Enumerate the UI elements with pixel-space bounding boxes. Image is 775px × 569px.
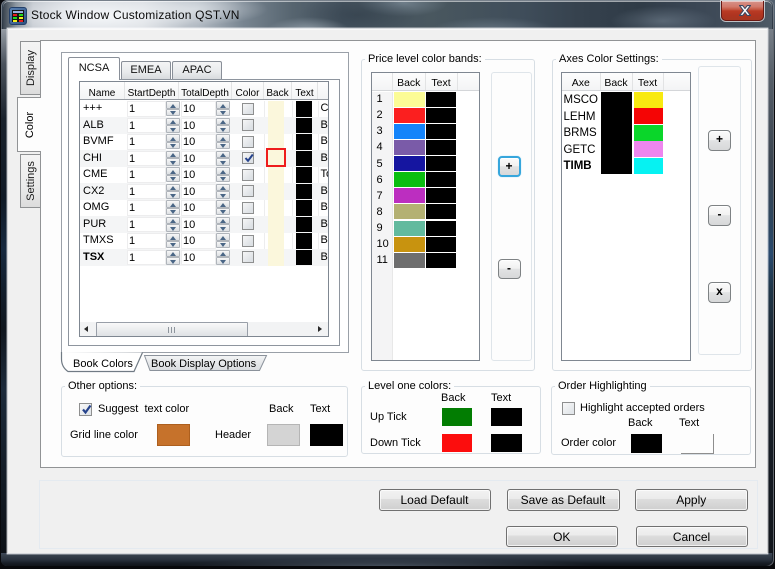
svg-text:Book Colors: Book Colors <box>73 358 133 370</box>
svg-text:Book Display Options: Book Display Options <box>151 358 257 370</box>
